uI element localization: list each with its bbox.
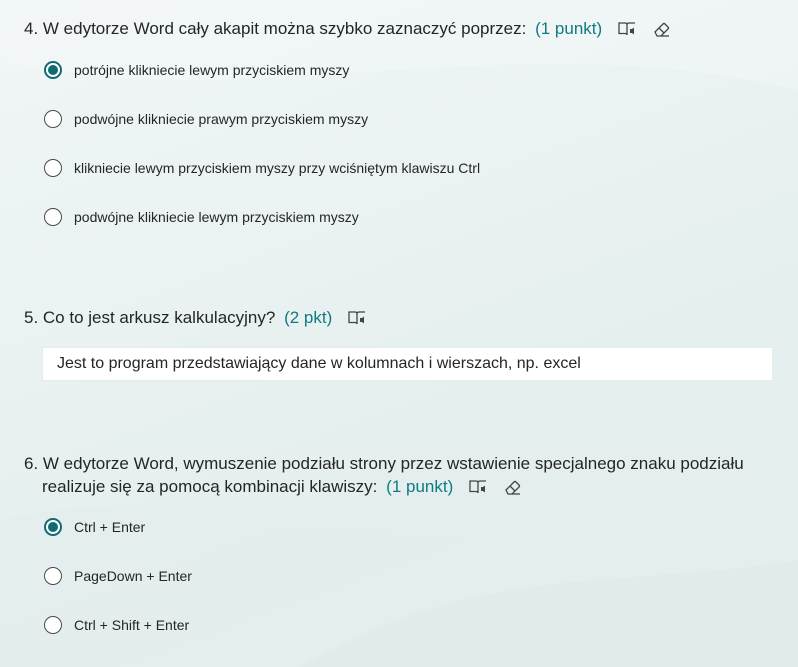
question-5-title: 5. Co to jest arkusz kalkulacyjny? (2 pk…	[24, 306, 764, 333]
question-6-text-line1: 6. W edytorze Word, wymuszenie podziału …	[24, 454, 744, 473]
option-label: podwójne klikniecie prawym przyciskiem m…	[74, 111, 369, 127]
option-label: podwójne klikniecie lewym przyciskiem my…	[74, 209, 359, 225]
radio-selected[interactable]	[44, 518, 62, 536]
q4-option-3[interactable]: klikniecie lewym przyciskiem myszy przy …	[44, 156, 480, 180]
question-4-title: 4. W edytorze Word cały akapit można szy…	[24, 17, 764, 44]
q4-option-2[interactable]: podwójne klikniecie prawym przyciskiem m…	[44, 107, 368, 131]
question-4-points: (1 punkt)	[535, 19, 603, 38]
radio[interactable]	[44, 208, 62, 226]
q6-option-1[interactable]: Ctrl + Enter	[44, 515, 145, 539]
radio[interactable]	[44, 159, 62, 177]
question-6-line2: realizuje się za pomocą kombinacji klawi…	[24, 475, 764, 502]
answer-text-field[interactable]: Jest to program przedstawiający dane w k…	[42, 347, 773, 381]
radio-selected[interactable]	[44, 61, 62, 79]
question-5-text: 5. Co to jest arkusz kalkulacyjny?	[24, 308, 276, 327]
q6-option-3[interactable]: Ctrl + Shift + Enter	[44, 613, 189, 637]
immersive-reader-icon[interactable]	[347, 309, 367, 333]
option-label: PageDown + Enter	[74, 568, 192, 584]
question-4-text: 4. W edytorze Word cały akapit można szy…	[24, 19, 527, 38]
q4-option-4[interactable]: podwójne klikniecie lewym przyciskiem my…	[44, 205, 359, 229]
radio[interactable]	[44, 567, 62, 585]
question-5-points: (2 pkt)	[284, 308, 333, 327]
question-6-points: (1 punkt)	[386, 477, 454, 496]
eraser-icon[interactable]	[652, 20, 672, 44]
immersive-reader-icon[interactable]	[617, 20, 637, 44]
q6-option-2[interactable]: PageDown + Enter	[44, 564, 192, 588]
eraser-icon[interactable]	[503, 478, 523, 502]
radio[interactable]	[44, 110, 62, 128]
question-6-text-line2: realizuje się za pomocą kombinacji klawi…	[42, 477, 378, 496]
radio[interactable]	[44, 616, 62, 634]
option-label: potrójne klikniecie lewym przyciskiem my…	[74, 62, 350, 78]
option-label: Ctrl + Shift + Enter	[74, 617, 190, 633]
question-6-title: 6. W edytorze Word, wymuszenie podziału …	[24, 452, 764, 502]
option-label: klikniecie lewym przyciskiem myszy przy …	[74, 160, 481, 176]
q4-option-1[interactable]: potrójne klikniecie lewym przyciskiem my…	[44, 58, 349, 82]
immersive-reader-icon[interactable]	[468, 478, 488, 502]
option-label: Ctrl + Enter	[74, 519, 146, 535]
